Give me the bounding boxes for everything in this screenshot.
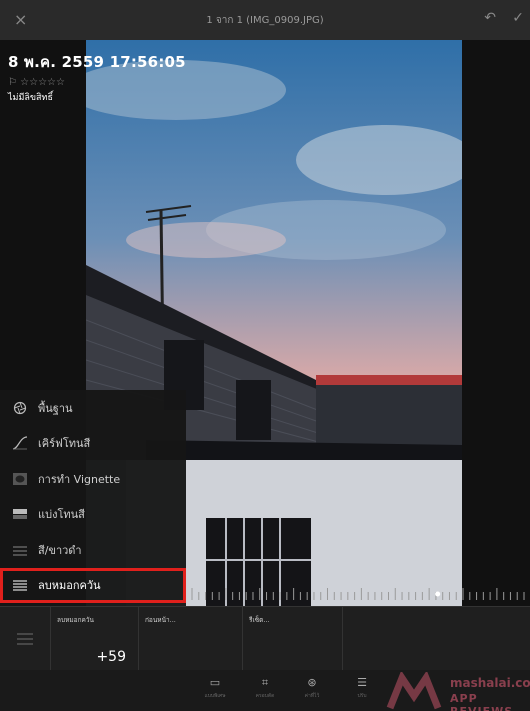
toolbar-presets[interactable]: ⊛ ค่าที่ไว้ — [292, 674, 332, 700]
split-tone-icon — [10, 507, 30, 521]
adjust-icon: ☰ — [357, 676, 367, 689]
list-icon[interactable] — [0, 607, 50, 671]
image-title: 1 จาก 1 (IMG_0909.JPG) — [206, 14, 324, 26]
empty-cell — [342, 607, 530, 671]
watermark-logo — [386, 672, 442, 710]
dehaze-value-cell[interactable]: ลบหมอกควัน +59 — [50, 607, 138, 671]
dehaze-icon — [10, 578, 30, 592]
dehaze-slider[interactable] — [186, 584, 530, 606]
cell-label: รีเซ็ต... — [249, 616, 270, 624]
dehaze-value: +59 — [96, 649, 126, 665]
slider-ticks — [191, 588, 525, 600]
copyright-text: ไม่มีลิขสิทธิ์ — [8, 93, 53, 103]
color-bw-icon — [10, 543, 30, 557]
done-icon[interactable]: ✓ — [512, 10, 524, 26]
preset-icon: ▭ — [209, 676, 221, 689]
menu-item-label: สี/ขาวดำ — [38, 543, 82, 557]
tool-label: ครอบตัด — [255, 693, 275, 699]
cell-label: ก่อนหน้า... — [145, 616, 176, 624]
menu-item-color-bw[interactable]: สี/ขาวดำ — [0, 532, 186, 568]
menu-item-label: เคิร์ฟโทนสี — [38, 437, 91, 451]
presets-icon: ⊛ — [307, 676, 317, 689]
menu-item-label: ลบหมอกควัน — [38, 579, 101, 593]
close-icon[interactable]: × — [14, 10, 27, 29]
crop-icon: ⌗ — [261, 676, 269, 689]
undo-icon[interactable]: ↶ — [484, 10, 496, 26]
menu-item-tone-curve[interactable]: เคิร์ฟโทนสี — [0, 426, 186, 462]
menu-item-split-toning[interactable]: แบ่งโทนสี — [0, 497, 186, 533]
toolbar-crop[interactable]: ⌗ ครอบตัด — [245, 674, 285, 700]
menu-item-basic[interactable]: พื้นฐาน — [0, 390, 186, 426]
slider-knob[interactable] — [435, 591, 441, 597]
curve-icon — [10, 436, 30, 450]
capture-date: 8 พ.ค. 2559 17:56:05 — [8, 53, 186, 71]
menu-item-label: พื้นฐาน — [38, 401, 73, 415]
watermark: mashalai.com APP REVIEWS — [380, 672, 530, 711]
adjustment-menu: พื้นฐาน เคิร์ฟโทนสี การทำ Vignette แบ่งโ… — [0, 390, 186, 606]
toolbar-adjust[interactable]: ☰ ปรับ — [342, 674, 382, 700]
aperture-icon — [10, 401, 30, 415]
adjustment-row: ลบหมอกควัน +59 ก่อนหน้า... รีเซ็ต... — [0, 606, 530, 671]
photo-info: 8 พ.ค. 2559 17:56:05 ⚐ ☆☆☆☆☆ ไม่มีลิขสิท… — [8, 50, 186, 104]
tool-label: ปรับ — [357, 693, 367, 699]
menu-item-label: การทำ Vignette — [38, 472, 121, 486]
reset-cell[interactable]: รีเซ็ต... — [242, 607, 342, 671]
cell-label: ลบหมอกควัน — [57, 616, 94, 624]
tool-label: แบบพิเศษ — [204, 693, 226, 699]
vignette-icon — [10, 472, 30, 486]
watermark-line1: mashalai.com — [450, 676, 530, 690]
toolbar-special[interactable]: ▭ แบบพิเศษ — [195, 674, 235, 700]
menu-item-vignette[interactable]: การทำ Vignette — [0, 461, 186, 497]
top-bar: × 1 จาก 1 (IMG_0909.JPG) ↶ ✓ — [0, 0, 530, 40]
previous-cell[interactable]: ก่อนหน้า... — [138, 607, 242, 671]
tool-label: ค่าที่ไว้ — [304, 693, 320, 699]
flag-rating[interactable]: ⚐ ☆☆☆☆☆ — [8, 77, 186, 88]
menu-item-dehaze[interactable]: ลบหมอกควัน — [0, 567, 186, 603]
watermark-line2: APP REVIEWS — [450, 692, 512, 711]
menu-item-label: แบ่งโทนสี — [38, 508, 85, 522]
